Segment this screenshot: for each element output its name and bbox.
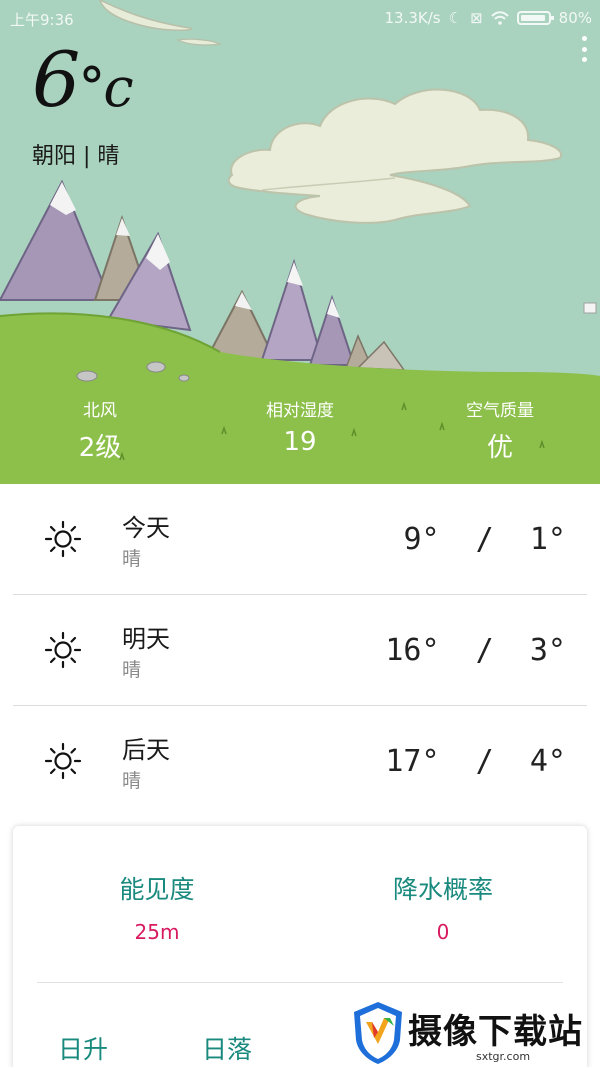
sun-icon bbox=[44, 520, 82, 558]
location-condition[interactable]: 朝阳 | 晴 bbox=[32, 138, 119, 170]
forecast-day: 后天 bbox=[122, 736, 170, 764]
status-icons: 13.3K/s ☾ ⊠ 80% bbox=[385, 9, 592, 27]
forecast-condition: 晴 bbox=[122, 770, 142, 792]
visibility-metric: 能见度 25m bbox=[27, 870, 287, 944]
overflow-menu-icon[interactable] bbox=[580, 36, 588, 62]
sun-icon bbox=[44, 631, 82, 669]
stat-label: 北风 bbox=[83, 401, 117, 421]
watermark-text: 摄像下载站 bbox=[408, 1012, 583, 1052]
stat-label: 相对湿度 bbox=[266, 401, 334, 421]
sunrise-label: 日升 bbox=[58, 1035, 109, 1064]
wifi-icon bbox=[490, 11, 509, 25]
precipitation-metric: 降水概率 0 bbox=[313, 870, 573, 944]
battery-percent: 80% bbox=[558, 9, 592, 27]
forecast-temps: 17° / 4° bbox=[385, 744, 566, 779]
forecast-row-day-after[interactable]: 后天 晴 17° / 4° bbox=[0, 706, 600, 817]
divider bbox=[37, 982, 563, 983]
moon-icon: ☾ bbox=[448, 9, 463, 27]
stat-value: 19 bbox=[283, 427, 317, 457]
watermark-url: sxtgr.com bbox=[476, 1050, 531, 1063]
forecast-day: 今天 bbox=[122, 514, 170, 542]
sun-icon bbox=[44, 742, 82, 780]
forecast-day: 明天 bbox=[122, 625, 170, 653]
forecast-list: 今天 晴 9° / 1° 明天 晴 16° / 3° 后天 晴 17° / 4° bbox=[0, 484, 600, 817]
network-speed: 13.3K/s bbox=[384, 9, 441, 27]
forecast-row-tomorrow[interactable]: 明天 晴 16° / 3° bbox=[0, 595, 600, 706]
visibility-value: 25m bbox=[134, 920, 180, 944]
forecast-temps: 9° / 1° bbox=[403, 522, 566, 557]
visibility-label: 能见度 bbox=[119, 875, 195, 904]
sunset-label: 日落 bbox=[202, 1035, 253, 1064]
battery-icon bbox=[516, 11, 554, 25]
precipitation-label: 降水概率 bbox=[392, 875, 493, 904]
watermark-logo bbox=[354, 1002, 402, 1064]
stat-value: 2级 bbox=[78, 433, 122, 463]
forecast-condition: 晴 bbox=[122, 548, 142, 570]
stat-label: 空气质量 bbox=[466, 401, 534, 421]
stat-value: 优 bbox=[486, 433, 513, 463]
temperature-unit: °c bbox=[78, 56, 133, 119]
status-bar: 上午9:36 13.3K/s ☾ ⊠ 80% bbox=[0, 0, 600, 38]
stat-wind: 北风 2级 bbox=[0, 396, 200, 464]
forecast-condition: 晴 bbox=[122, 659, 142, 681]
no-sim-icon: ⊠ bbox=[470, 9, 483, 27]
temperature-value: 6 bbox=[32, 35, 80, 124]
weather-hero: 上午9:36 13.3K/s ☾ ⊠ 80% 6°c 朝阳 | 晴 北风 2级 … bbox=[0, 0, 600, 484]
current-temperature: 6°c bbox=[32, 42, 134, 119]
stat-humidity: 相对湿度 19 bbox=[200, 396, 400, 464]
current-stats: 北风 2级 相对湿度 19 空气质量 优 bbox=[0, 396, 600, 464]
stat-air-quality: 空气质量 优 bbox=[400, 396, 600, 464]
status-time: 上午9:36 bbox=[10, 11, 74, 29]
watermark: 摄像下载站 sxtgr.com bbox=[350, 998, 600, 1067]
forecast-row-today[interactable]: 今天 晴 9° / 1° bbox=[0, 484, 600, 595]
forecast-temps: 16° / 3° bbox=[385, 633, 566, 668]
precipitation-value: 0 bbox=[436, 920, 450, 944]
